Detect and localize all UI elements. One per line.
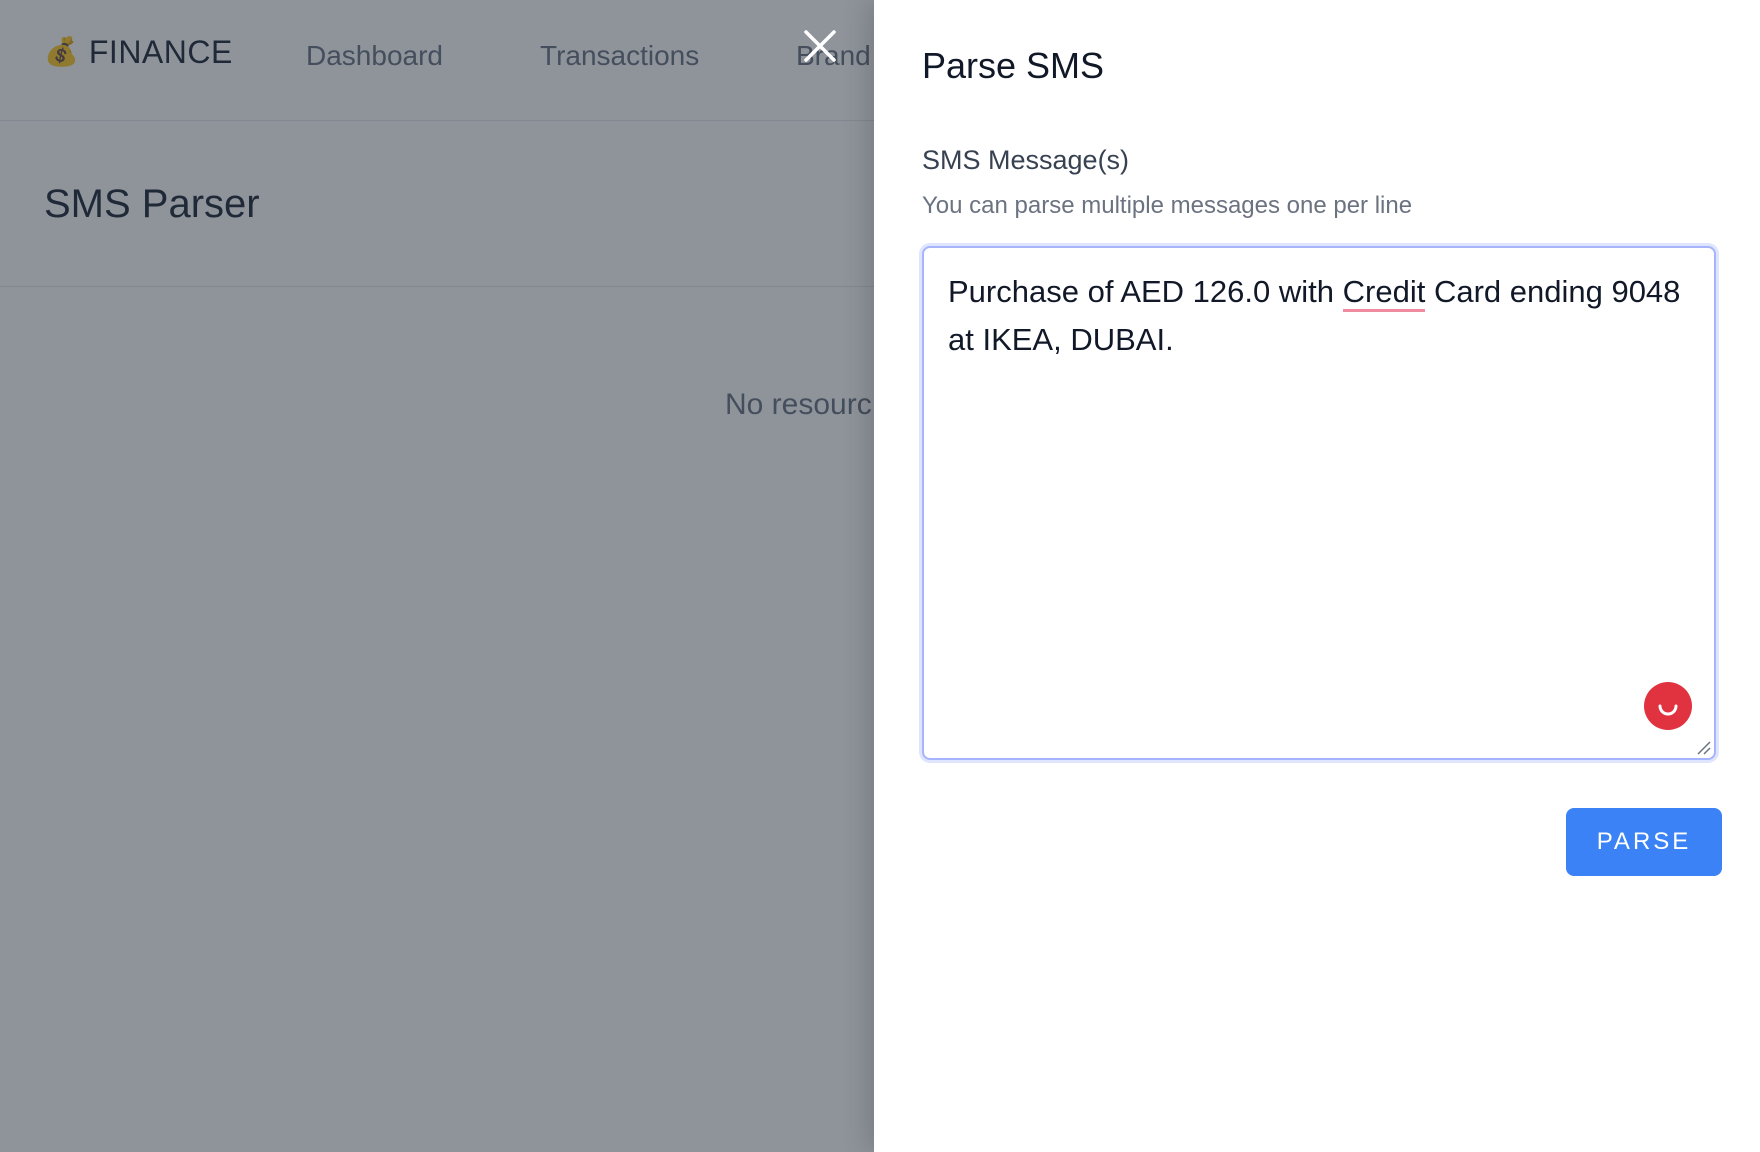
grammarly-icon[interactable] (1644, 682, 1692, 730)
resize-handle-icon[interactable] (1695, 739, 1711, 755)
drawer-title: Parse SMS (922, 45, 1105, 86)
misspelled-word[interactable]: Credit (1342, 274, 1426, 312)
parse-sms-drawer: Parse SMS SMS Message(s) You can parse m… (874, 0, 1760, 1152)
close-drawer-button[interactable] (798, 24, 842, 68)
grammarly-glyph-icon (1658, 704, 1678, 716)
sms-textarea[interactable]: Purchase of AED 126.0 with Credit Card e… (922, 246, 1716, 760)
close-icon (804, 30, 836, 62)
sms-text-part: Purchase of AED 126.0 with (948, 274, 1343, 309)
sms-textarea-value[interactable]: Purchase of AED 126.0 with Credit Card e… (948, 268, 1688, 364)
parse-button[interactable]: PARSE (1566, 808, 1722, 876)
sms-field-hint: You can parse multiple messages one per … (922, 192, 1413, 219)
sms-field-label: SMS Message(s) (922, 145, 1130, 175)
